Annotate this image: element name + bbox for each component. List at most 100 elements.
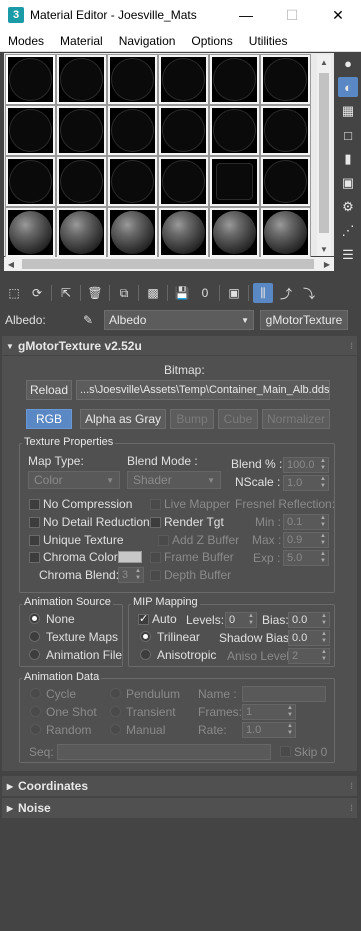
sample-slot[interactable] — [107, 156, 158, 207]
manual-radio[interactable] — [110, 724, 121, 735]
maximize-button[interactable]: ☐ — [269, 0, 315, 30]
rgb-button[interactable]: RGB — [26, 409, 72, 429]
one-shot-radio[interactable] — [30, 706, 41, 717]
spinner-arrows-icon[interactable]: ▲ ▼ — [320, 458, 326, 472]
close-button[interactable]: ✕ — [315, 0, 361, 30]
sample-slot[interactable] — [158, 54, 209, 105]
unique-texture-checkbox[interactable] — [29, 535, 40, 546]
animation-source-none-radio[interactable] — [29, 613, 40, 624]
bump-button[interactable]: Bump — [170, 409, 214, 429]
mip-auto-checkbox[interactable] — [138, 612, 149, 625]
sample-slot[interactable] — [158, 207, 209, 258]
material-type-button[interactable]: gMotorTexture — [260, 310, 348, 330]
show-end-result-icon[interactable]: ⫼ — [253, 283, 273, 303]
frame-buffer-checkbox[interactable] — [150, 552, 161, 563]
sample-slot[interactable] — [260, 156, 311, 207]
add-z-buffer-checkbox[interactable] — [158, 535, 169, 546]
minimize-button[interactable]: — — [223, 0, 269, 30]
blend-mode-dropdown[interactable]: Shader ▼ — [127, 471, 221, 489]
assign-material-icon[interactable]: ⇱ — [56, 283, 76, 303]
mip-levels-spinner[interactable]: 0 ▲ ▼ — [225, 612, 257, 628]
sample-slot[interactable] — [158, 156, 209, 207]
live-mapper-checkbox[interactable] — [150, 499, 161, 510]
select-by-material-icon[interactable]: ⋰ — [338, 221, 358, 241]
pendulum-radio[interactable] — [110, 688, 121, 699]
put-material-to-scene-icon[interactable]: ⟳ — [27, 283, 47, 303]
frames-spinner[interactable]: 1 ▲ ▼ — [242, 704, 296, 720]
sample-slot[interactable] — [209, 156, 260, 207]
eyedropper-icon[interactable]: ✎ — [78, 310, 98, 330]
rate-spinner[interactable]: 1.0 ▲ ▼ — [242, 722, 296, 738]
sample-slot[interactable] — [158, 105, 209, 156]
mip-bias-spinner[interactable]: 0.0 ▲ ▼ — [288, 612, 330, 628]
anim-name-field[interactable] — [242, 686, 326, 702]
drag-handle-icon[interactable]: ⁞ — [350, 803, 353, 813]
scroll-right-icon[interactable]: ▶ — [320, 257, 334, 271]
slots-horizontal-scrollbar[interactable]: ◀ ▶ — [4, 257, 334, 271]
make-preview-icon[interactable]: ▣ — [338, 173, 358, 193]
sample-slot[interactable] — [209, 105, 260, 156]
skip-checkbox[interactable] — [280, 746, 291, 757]
sample-type-sphere-icon[interactable]: ● — [338, 53, 358, 73]
mip-anisotropic-radio[interactable] — [140, 649, 151, 660]
material-name-dropdown[interactable]: Albedo ▼ — [104, 310, 254, 330]
sample-uv-tiling-icon[interactable]: □ — [338, 125, 358, 145]
video-color-check-icon[interactable]: ▮ — [338, 149, 358, 169]
fresnel-max-spinner[interactable]: 0.9 ▲ ▼ — [283, 532, 329, 548]
drag-handle-icon[interactable]: ⁞ — [350, 341, 353, 351]
sample-slot[interactable] — [56, 105, 107, 156]
spinner-arrows-icon[interactable]: ▲ ▼ — [320, 515, 326, 529]
alpha-as-gray-button[interactable]: Alpha as Gray — [80, 409, 166, 429]
bitmap-path-button[interactable]: ...s\Joesville\Assets\Temp\Container_Mai… — [76, 380, 330, 400]
menu-material[interactable]: Material — [52, 34, 111, 48]
go-forward-sibling-icon[interactable]: ⤵ — [299, 283, 319, 303]
scroll-left-icon[interactable]: ◀ — [4, 257, 18, 271]
sample-slot[interactable] — [107, 105, 158, 156]
spinner-arrows-icon[interactable]: ▲ ▼ — [287, 705, 293, 719]
spinner-arrows-icon[interactable]: ▲ ▼ — [135, 568, 141, 582]
sample-slot[interactable] — [260, 207, 311, 258]
cycle-radio[interactable] — [30, 688, 41, 699]
options-icon[interactable]: ⚙ — [338, 197, 358, 217]
map-type-dropdown[interactable]: Color ▼ — [28, 471, 120, 489]
sample-slot[interactable] — [107, 54, 158, 105]
animation-source-animation-file-radio[interactable] — [29, 649, 40, 660]
material-map-navigator-icon[interactable]: ☰ — [338, 245, 358, 265]
nscale-spinner[interactable]: 1.0 ▲ ▼ — [283, 475, 329, 491]
show-shaded-material-icon[interactable]: ▣ — [224, 283, 244, 303]
menu-utilities[interactable]: Utilities — [241, 34, 296, 48]
delete-icon[interactable]: 🗑 — [85, 283, 105, 303]
sample-slot[interactable] — [209, 54, 260, 105]
background-checker-icon[interactable]: ▦ — [338, 101, 358, 121]
normalizer-button[interactable]: Normalizer — [262, 409, 330, 429]
depth-buffer-checkbox[interactable] — [150, 570, 161, 581]
rollout-header-gmotor[interactable]: ▼ gMotorTexture v2.52u ⁞ — [2, 336, 357, 356]
spinner-arrows-icon[interactable]: ▲ ▼ — [320, 533, 326, 547]
put-to-library-icon[interactable]: ▩ — [143, 283, 163, 303]
menu-navigation[interactable]: Navigation — [111, 34, 184, 48]
fresnel-min-spinner[interactable]: 0.1 ▲ ▼ — [283, 514, 329, 530]
spinner-arrows-icon[interactable]: ▲ ▼ — [320, 551, 326, 565]
render-tgt-checkbox[interactable] — [150, 517, 161, 528]
rollout-header-coordinates[interactable]: ▶ Coordinates ⁞ — [2, 776, 357, 796]
menu-modes[interactable]: Modes — [0, 34, 52, 48]
make-unique-icon[interactable]: ⧉ — [114, 283, 134, 303]
scroll-up-icon[interactable]: ▲ — [317, 55, 331, 69]
scrollbar-thumb[interactable] — [22, 259, 314, 269]
menu-options[interactable]: Options — [183, 34, 240, 48]
animation-source-texture-maps-radio[interactable] — [29, 631, 40, 642]
random-radio[interactable] — [30, 724, 41, 735]
blend-pct-spinner[interactable]: 100.0 ▲ ▼ — [283, 457, 329, 473]
sample-slot[interactable] — [209, 207, 260, 258]
no-detail-reduction-checkbox[interactable] — [29, 517, 40, 528]
fresnel-exp-spinner[interactable]: 5.0 ▲ ▼ — [283, 550, 329, 566]
chroma-color-checkbox[interactable] — [29, 552, 40, 563]
chroma-blend-spinner[interactable]: 3 ▲ ▼ — [118, 567, 144, 583]
backlight-icon[interactable]: ◐ — [338, 77, 358, 97]
sample-slot[interactable] — [56, 54, 107, 105]
sample-slot[interactable] — [260, 54, 311, 105]
drag-handle-icon[interactable]: ⁞ — [350, 781, 353, 791]
spinner-arrows-icon[interactable]: ▲ ▼ — [321, 613, 327, 627]
save-icon[interactable]: 💾 — [172, 283, 192, 303]
sample-slot[interactable] — [56, 207, 107, 258]
